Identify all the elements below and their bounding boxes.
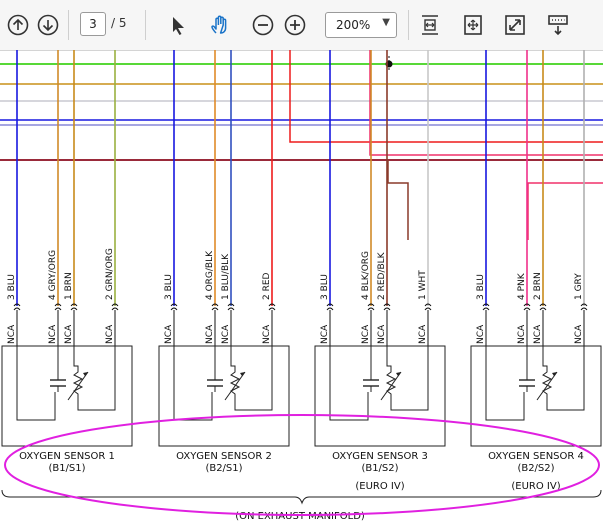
- nca-label: NCA: [221, 324, 231, 344]
- heater-lead: [485, 346, 525, 421]
- connector-pin: [326, 307, 334, 311]
- highlight-ellipse: [4, 414, 600, 516]
- zoom-select[interactable]: 200% ▼: [325, 12, 397, 38]
- pdf-toolbar: / 5 200% ▼: [0, 0, 603, 51]
- zoom-value: 200%: [336, 18, 371, 32]
- connector-pin: [482, 307, 490, 311]
- nca-label: NCA: [164, 324, 174, 344]
- wire-label: 1 GRY: [574, 273, 584, 300]
- variable-resistor: [72, 346, 116, 411]
- sensor-position: (B1/S1): [48, 463, 85, 474]
- sensor-name: OXYGEN SENSOR 1: [19, 451, 115, 462]
- wire-label: 2 BRN: [533, 272, 543, 300]
- wiring-diagram: 3 BLU NCA 4 GRY/ORG NCA 1 BRN NCA 2 GRN/ORG NCA…: [0, 50, 603, 522]
- nca-label: NCA: [105, 324, 115, 344]
- page-number-input[interactable]: [80, 12, 106, 36]
- wire-label: 3 BLU: [476, 274, 486, 300]
- wire-label: 2 RED: [262, 272, 272, 300]
- zoom-in-icon[interactable]: [282, 12, 308, 38]
- connector-pin: [111, 307, 119, 311]
- wire-label: 4 ORG/BLK: [205, 250, 215, 300]
- chevron-down-icon: ▼: [382, 17, 390, 28]
- wire-label: 2 RED/BLK: [377, 251, 387, 300]
- sensor-name: OXYGEN SENSOR 4: [488, 451, 584, 462]
- nca-label: NCA: [418, 324, 428, 344]
- sensor-position: (B2/S2): [517, 463, 554, 474]
- toolbar-separator: [145, 10, 146, 40]
- wire-label: 3 BLU: [320, 274, 330, 300]
- wire-label: 3 BLU: [164, 274, 174, 300]
- nca-label: NCA: [361, 324, 371, 344]
- connector-pin: [70, 307, 78, 311]
- nca-label: NCA: [476, 324, 486, 344]
- connector-pin: [580, 307, 588, 311]
- fit-page-icon[interactable]: [460, 12, 486, 38]
- sensor-position: (B1/S2): [361, 463, 398, 474]
- wire-label: 4 PNK: [517, 272, 527, 300]
- connector-pin: [424, 307, 432, 311]
- scroll-up-icon[interactable]: [5, 12, 31, 38]
- variable-resistor: [385, 346, 429, 411]
- variable-resistor: [229, 346, 273, 411]
- wire-label: 1 WHT: [418, 270, 428, 300]
- fullscreen-icon[interactable]: [502, 12, 528, 38]
- connector-pin: [523, 307, 531, 311]
- bus-wire: [527, 182, 603, 240]
- toolbar-separator: [68, 10, 69, 40]
- connector-pin: [367, 307, 375, 311]
- sensor-name: OXYGEN SENSOR 2: [176, 451, 272, 462]
- connector-pin: [211, 307, 219, 311]
- scroll-down-icon[interactable]: [35, 12, 61, 38]
- nca-label: NCA: [517, 324, 527, 344]
- wire-label: 2 GRN/ORG: [105, 248, 115, 300]
- sensor-group: 3 BLU NCA 4 BLK/ORG NCA 2 RED/BLK NCA 1 WHT NCA…: [314, 50, 446, 492]
- connector-pin: [54, 307, 62, 311]
- sensor-box: [314, 345, 446, 447]
- wire-label: 4 BLK/ORG: [361, 251, 371, 300]
- connector-pin: [227, 307, 235, 311]
- sensor-spec: (EURO IV): [355, 481, 404, 492]
- heater-lead: [16, 346, 56, 421]
- connector-pin: [170, 307, 178, 311]
- connector-pin: [268, 307, 276, 311]
- wire-label: 1 BRN: [64, 272, 74, 300]
- nca-label: NCA: [533, 324, 543, 344]
- sensor-position: (B2/S1): [205, 463, 242, 474]
- connector-pin: [13, 307, 21, 311]
- sensor-box: [1, 345, 133, 447]
- page-total: / 5: [111, 16, 127, 30]
- wire-label: 1 BLU/BLK: [221, 253, 231, 300]
- sensor-box: [158, 345, 290, 447]
- heater-lead: [329, 346, 369, 421]
- variable-resistor: [541, 346, 585, 411]
- scroll-mode-icon[interactable]: [545, 12, 571, 38]
- nca-label: NCA: [64, 324, 74, 344]
- connector-pin: [383, 307, 391, 311]
- bus-wire: [387, 160, 409, 240]
- zoom-out-icon[interactable]: [250, 12, 276, 38]
- sensor-group: 3 BLU NCA 4 ORG/BLK NCA 1 BLU/BLK NCA 2 RED NCA…: [158, 50, 290, 474]
- fit-width-icon[interactable]: [417, 12, 443, 38]
- nca-label: NCA: [7, 324, 17, 344]
- nca-label: NCA: [48, 324, 58, 344]
- toolbar-separator: [408, 10, 409, 40]
- sensor-name: OXYGEN SENSOR 3: [332, 451, 428, 462]
- connector-pin: [539, 307, 547, 311]
- heater-lead: [173, 346, 213, 421]
- wire-label: 4 GRY/ORG: [48, 250, 58, 300]
- nca-label: NCA: [205, 324, 215, 344]
- select-arrow-icon[interactable]: [165, 12, 191, 38]
- nca-label: NCA: [377, 324, 387, 344]
- sensor-spec: (EURO IV): [511, 481, 560, 492]
- wire-label: 3 BLU: [7, 274, 17, 300]
- sensor-box: [470, 345, 602, 447]
- footer-label: (ON EXHAUST MANIFOLD): [235, 511, 365, 522]
- nca-label: NCA: [262, 324, 272, 344]
- hand-tool-icon[interactable]: [207, 12, 233, 38]
- nca-label: NCA: [574, 324, 584, 344]
- sensor-groups: 3 BLU NCA 4 GRY/ORG NCA 1 BRN NCA 2 GRN/ORG NCA…: [1, 50, 602, 492]
- sensor-group: 3 BLU NCA 4 GRY/ORG NCA 1 BRN NCA 2 GRN/ORG NCA…: [1, 50, 133, 474]
- nca-label: NCA: [320, 324, 330, 344]
